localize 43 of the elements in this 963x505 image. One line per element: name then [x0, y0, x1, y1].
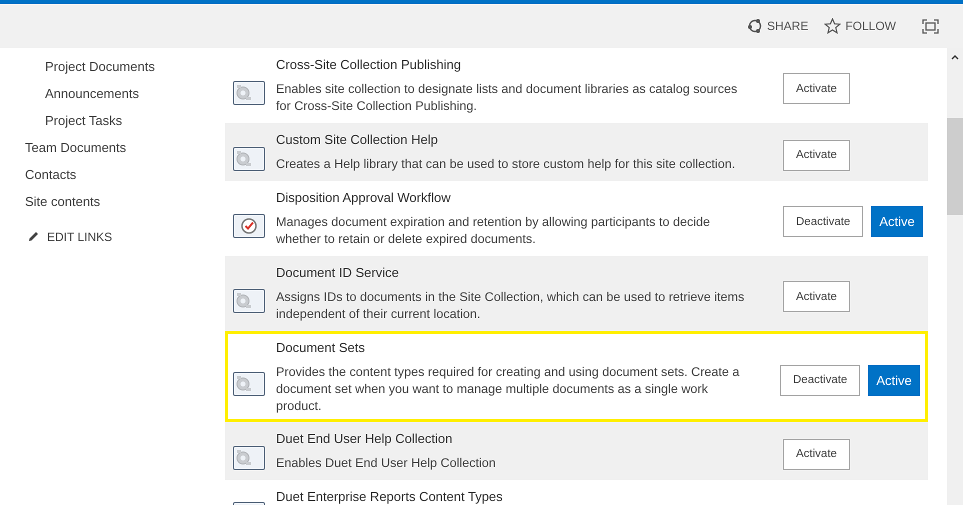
focus-icon[interactable]	[922, 18, 939, 34]
nav-link[interactable]: Announcements	[45, 84, 139, 111]
approval-icon	[233, 214, 265, 238]
scrollbar[interactable]	[947, 48, 963, 505]
scroll-up-icon[interactable]	[951, 54, 959, 60]
nav-link[interactable]: Project Documents	[45, 57, 155, 84]
feature-action-button[interactable]: Activate	[783, 140, 850, 170]
gear-icon	[233, 80, 265, 104]
feature-action-button[interactable]: Activate	[783, 281, 850, 312]
feature-title: Duet Enterprise Reports Content Types	[276, 488, 504, 505]
feature-title: Cross-Site Collection Publishing	[276, 56, 462, 74]
feature-description: Enables Duet End User Help Collection	[276, 455, 497, 472]
feature-action-button[interactable]: Activate	[783, 438, 850, 470]
feature-description: Creates a Help library that can be used to store custom help for this site collection.	[276, 156, 736, 173]
nav-link[interactable]: Team Documents	[25, 138, 126, 165]
feature-description: Enables site collection to designate lists and document libraries as catalog sources for Cross-Site Collection Publishing.	[276, 81, 738, 115]
edit-links-link[interactable]: EDIT LINKS	[28, 229, 112, 256]
feature-title: Disposition Approval Workflow	[276, 189, 452, 207]
nav-link[interactable]: Project Tasks	[45, 111, 122, 138]
feature-title: Duet End User Help Collection	[276, 430, 454, 448]
gear-icon	[233, 446, 265, 470]
nav-link[interactable]: Site contents	[25, 192, 100, 219]
gear-icon	[233, 147, 265, 171]
feature-title: Document Sets	[276, 339, 366, 357]
feature-action-button[interactable]: Deactivate	[783, 206, 864, 237]
feature-description: Manages document expiration and retention by allowing participants to decide whether to retain or delete expired documents.	[276, 214, 712, 248]
feature-title: Document ID Service	[276, 264, 400, 282]
feature-description: Provides the content types required for creating and using document sets. Create a document set when you want to manage multiple documents as a single work product.	[276, 364, 740, 415]
star-icon	[824, 18, 842, 34]
feature-action-button[interactable]: Deactivate	[780, 364, 860, 396]
follow-link[interactable]: FOLLOW	[824, 18, 896, 34]
nav-link[interactable]: Contacts	[25, 165, 76, 192]
share-icon	[746, 18, 763, 34]
active-status: Active	[871, 206, 923, 237]
feature-description: Assigns IDs to documents in the Site Collection, which can be used to retrieve items independent of their current location.	[276, 289, 746, 323]
feature-action-button[interactable]: Activate	[783, 73, 850, 104]
pencil-icon	[28, 231, 39, 242]
gear-icon	[233, 288, 265, 312]
feature-title: Custom Site Collection Help	[276, 131, 439, 149]
gear-icon	[233, 372, 265, 396]
share-link[interactable]: SHARE	[746, 18, 808, 34]
scroll-thumb[interactable]	[947, 118, 963, 215]
active-status: Active	[868, 364, 920, 396]
